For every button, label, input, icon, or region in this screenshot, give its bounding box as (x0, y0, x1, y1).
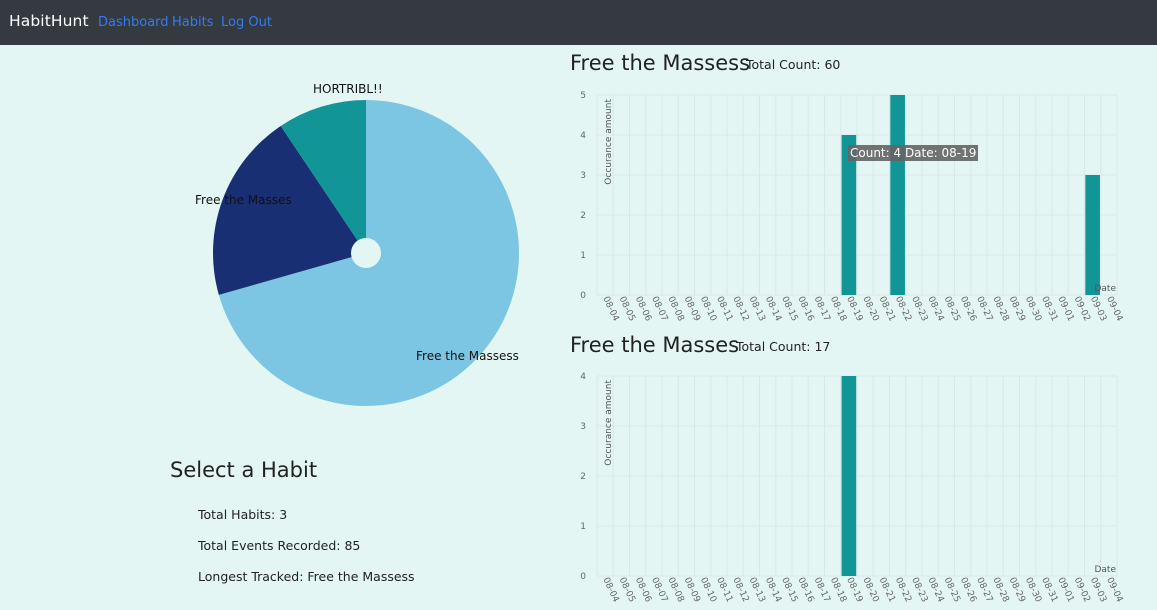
y-tick-label: 3 (580, 422, 586, 432)
nav-link-logout[interactable]: Log Out (221, 15, 272, 30)
y-tick-label: 4 (580, 372, 586, 382)
habit-pie-chart (180, 70, 560, 450)
y-tick-label: 2 (580, 472, 586, 482)
total-habits-stat: Total Habits: 3 (198, 507, 288, 522)
chart2-bar-chart: 0123408-0408-0508-0608-0708-0808-0908-10… (580, 372, 1124, 604)
x-axis-label: Date (1094, 565, 1116, 575)
chart1-title: Free the Massess (570, 51, 751, 75)
y-tick-label: 1 (580, 251, 586, 261)
nav-link-habits[interactable]: Habits (172, 15, 213, 30)
pie-center-hole (351, 238, 381, 268)
chart1-tooltip: Count: 4 Date: 08-19 (848, 145, 979, 161)
select-habit-heading: Select a Habit (170, 458, 318, 482)
bar[interactable] (1085, 175, 1100, 295)
y-tick-label: 4 (580, 131, 586, 141)
y-tick-label: 5 (580, 91, 586, 101)
chart2-title: Free the Masses (570, 333, 740, 357)
y-tick-label: 1 (580, 522, 586, 532)
chart1-bar-chart: 01234508-0408-0508-0608-0708-0808-0908-1… (580, 91, 1124, 323)
brand-logo[interactable]: HabitHunt (9, 12, 89, 30)
pie-label-free-the-masses: Free the Masses (195, 193, 292, 207)
chart2-total-count: Total Count: 17 (736, 339, 831, 354)
y-axis-label: Occurance amount (604, 99, 614, 185)
y-tick-label: 3 (580, 171, 586, 181)
y-tick-label: 0 (580, 572, 586, 582)
y-axis-label: Occurance amount (604, 380, 614, 466)
bar[interactable] (890, 95, 905, 295)
chart1-total-count: Total Count: 60 (746, 57, 841, 72)
bar[interactable] (841, 376, 857, 576)
nav-link-dashboard[interactable]: Dashboard (98, 15, 169, 30)
y-tick-label: 0 (580, 291, 586, 301)
y-tick-label: 2 (580, 211, 586, 221)
pie-chart-svg (213, 100, 519, 406)
total-events-stat: Total Events Recorded: 85 (198, 538, 361, 553)
navbar: HabitHunt Dashboard Habits Log Out (0, 0, 1157, 45)
longest-tracked-stat: Longest Tracked: Free the Massess (198, 569, 415, 584)
x-axis-label: Date (1094, 284, 1116, 294)
pie-label-free-the-massess: Free the Massess (416, 349, 519, 363)
pie-label-hortribl: HORTRIBL!! (313, 82, 383, 96)
